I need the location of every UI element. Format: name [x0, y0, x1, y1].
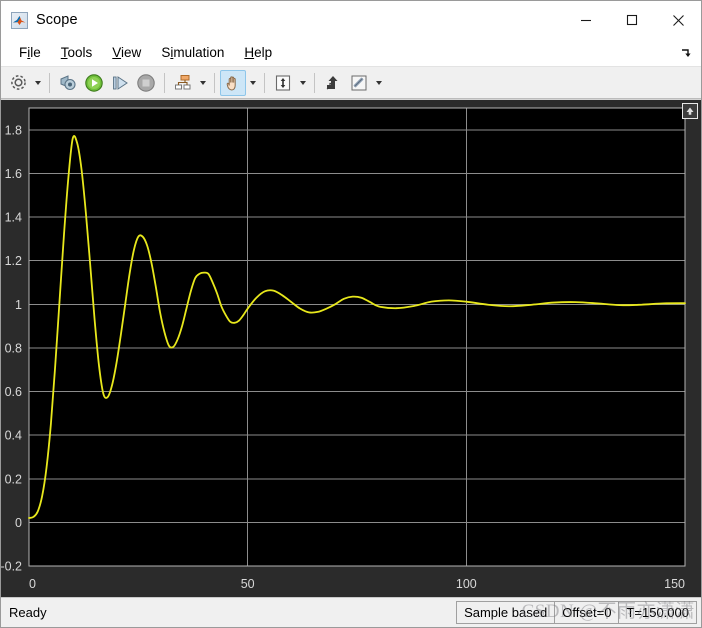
autoscale-button[interactable]	[270, 70, 296, 96]
menu-item-simulation[interactable]: Simulation	[151, 42, 234, 63]
y-tick-label: 0.8	[5, 341, 22, 355]
y-tick-label: -0.2	[1, 560, 22, 574]
x-tick-label: 150	[664, 577, 685, 591]
toolbar-separator-2	[164, 72, 165, 93]
status-time: T=150.000	[626, 605, 689, 620]
y-tick-label: 0.4	[5, 429, 22, 443]
step-forward-icon	[113, 75, 128, 90]
menu-tools-mnemonic: T	[60, 45, 68, 60]
autoscale-icon	[275, 74, 291, 91]
menu-file-pre: F	[19, 45, 28, 60]
run-button[interactable]	[81, 70, 107, 96]
y-tick-label: 1.2	[5, 254, 22, 268]
status-sample-mode: Sample based	[457, 602, 556, 623]
menu-item-tools[interactable]: Tools	[51, 42, 103, 63]
step-forward-button[interactable]	[107, 70, 133, 96]
matlab-scope-icon	[11, 11, 28, 29]
title-bar: Scope	[1, 1, 701, 39]
autoscale-dropdown[interactable]	[296, 70, 309, 96]
window-controls	[563, 1, 701, 39]
menu-view-mnemonic: V	[112, 45, 122, 60]
style-button[interactable]	[320, 70, 346, 96]
run-back-to-start-button[interactable]	[55, 70, 81, 96]
y-tick-label: 1.4	[5, 211, 22, 225]
style-arrow-icon	[326, 75, 338, 89]
hand-pan-icon	[226, 75, 236, 91]
x-tick-label: 0	[29, 577, 36, 591]
configuration-properties-button[interactable]	[5, 70, 31, 96]
layout-button[interactable]	[170, 70, 196, 96]
window-title: Scope	[36, 12, 78, 28]
x-tick-label: 50	[241, 577, 255, 591]
menu-help-post: elp	[254, 45, 273, 60]
y-tick-label: 1.8	[5, 123, 22, 137]
menu-simulation-pre: S	[161, 45, 171, 60]
menu-file-post: le	[30, 45, 41, 60]
y-tick-label: 1.6	[5, 167, 22, 181]
close-button[interactable]	[655, 1, 701, 39]
y-tick-label: 0	[15, 516, 22, 530]
scope-chart: -0.2 0 0.2 0.4 0.6 0.8 1 1.2 1.4 1.6 1.8 0 50 100 150	[1, 100, 701, 597]
status-offset: Offset=0	[555, 602, 620, 623]
menu-help-mnemonic: H	[244, 45, 255, 60]
menu-tools-post: ools	[67, 45, 93, 60]
gear-icon	[10, 75, 26, 90]
ruler-icon	[351, 75, 367, 90]
play-icon	[85, 73, 103, 92]
y-tick-label: 0.6	[5, 385, 22, 399]
layout-icon	[175, 74, 191, 89]
menu-bar: File Tools View Simulation Help	[1, 39, 701, 67]
pan-button[interactable]	[220, 69, 246, 96]
configuration-properties-dropdown[interactable]	[31, 70, 44, 96]
stop-icon	[137, 73, 155, 92]
layout-dropdown[interactable]	[196, 70, 209, 96]
y-tick-label: 0.2	[5, 472, 22, 486]
status-fields: Sample based Offset=0 T=150.000	[456, 601, 697, 624]
pan-dropdown[interactable]	[246, 70, 259, 96]
measurements-button[interactable]	[346, 70, 372, 96]
menu-item-help[interactable]: Help	[234, 42, 282, 63]
minimize-button[interactable]	[563, 1, 609, 39]
toolbar-separator-1	[49, 72, 50, 93]
x-tick-label: 100	[456, 577, 477, 591]
toolbar-separator-5	[314, 72, 315, 93]
overflow-arrow-icon[interactable]	[679, 46, 693, 60]
status-bar: Ready Sample based Offset=0 T=150.000 CS…	[1, 597, 701, 627]
scope-window: Scope File Tools View Simulation Help -0…	[0, 0, 702, 628]
toolbar-separator-3	[214, 72, 215, 93]
scope-plot-area[interactable]: -0.2 0 0.2 0.4 0.6 0.8 1 1.2 1.4 1.6 1.8 0 50 100 150	[1, 99, 701, 597]
toolbar	[1, 67, 701, 99]
stop-button[interactable]	[133, 70, 159, 96]
menu-view-post: iew	[121, 45, 142, 60]
rewind-icon	[60, 74, 76, 90]
scroll-up-icon[interactable]	[682, 103, 698, 119]
maximize-button[interactable]	[609, 1, 655, 39]
measurements-dropdown[interactable]	[372, 70, 385, 96]
status-ready-label: Ready	[9, 605, 47, 620]
menu-item-view[interactable]: View	[102, 42, 151, 63]
menu-item-file[interactable]: File	[9, 42, 51, 63]
menu-simulation-post: mulation	[173, 45, 225, 60]
y-tick-label: 1	[15, 298, 22, 312]
toolbar-separator-4	[264, 72, 265, 93]
